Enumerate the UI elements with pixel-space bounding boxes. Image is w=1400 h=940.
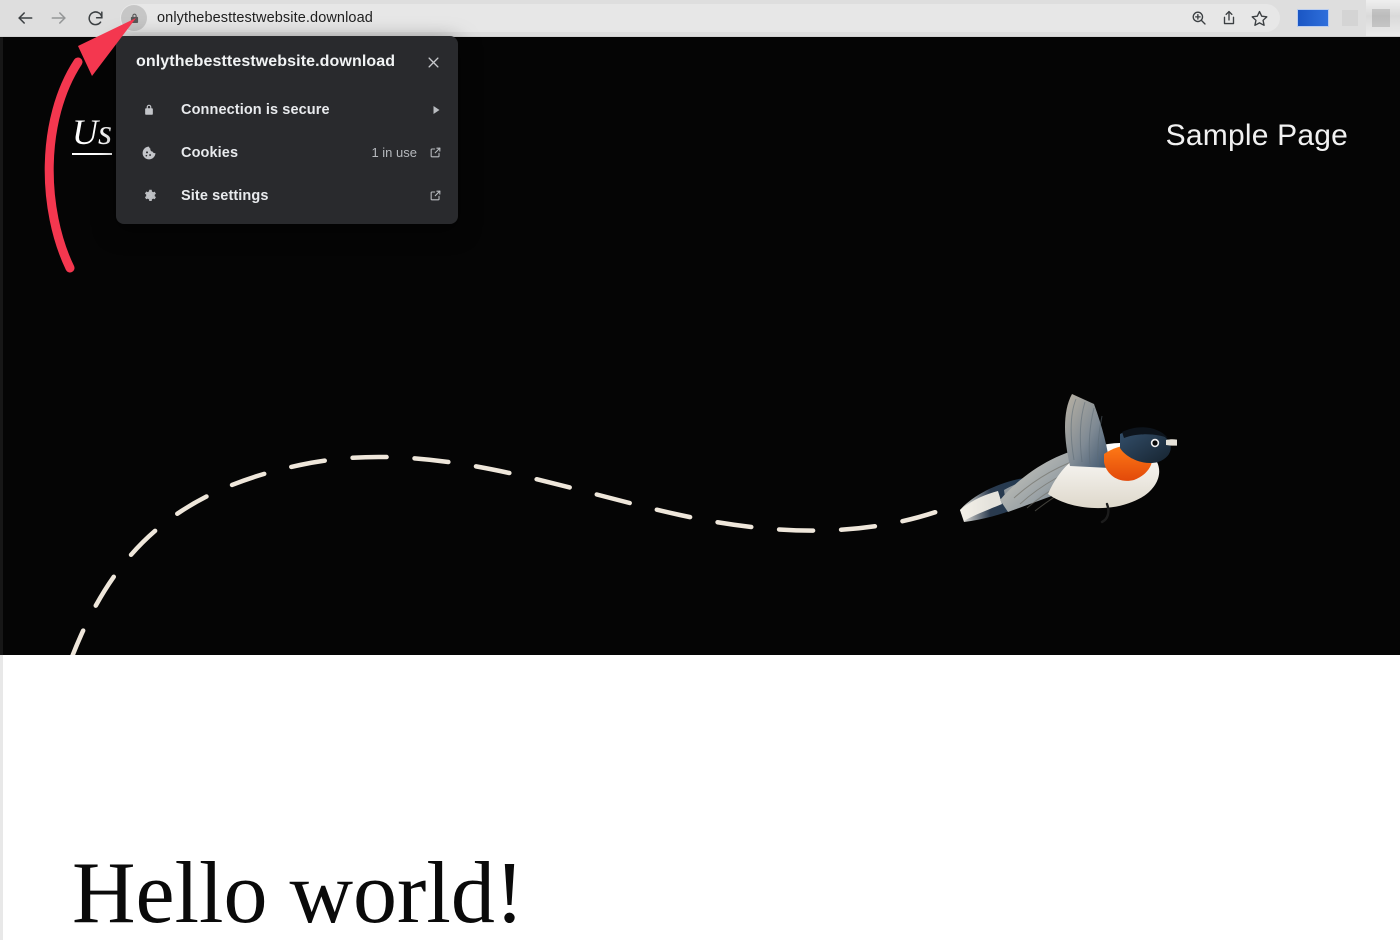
extension-blue-icon[interactable] <box>1297 9 1329 27</box>
site-info-lock-button[interactable] <box>121 5 147 31</box>
reload-button[interactable] <box>78 1 112 35</box>
arrow-right-icon <box>51 12 66 24</box>
close-icon[interactable] <box>420 49 446 75</box>
zoom-icon[interactable] <box>1184 3 1214 33</box>
popup-title: onlythebesttestwebsite.download <box>136 53 396 70</box>
cookie-icon <box>140 144 158 162</box>
bird-icon <box>960 394 1177 524</box>
screenshot-root: Us Sample Page Hello world! onlythebestt… <box>0 0 1400 940</box>
content-section: Hello world! <box>0 655 1400 940</box>
bookmark-star-icon[interactable] <box>1244 3 1274 33</box>
site-info-popup: onlythebesttestwebsite.download Connecti… <box>116 36 458 224</box>
popup-row-trailing <box>418 88 442 131</box>
share-icon[interactable] <box>1214 3 1244 33</box>
browser-toolbar: onlythebesttestwebsite.download <box>0 0 1400 36</box>
external-link-icon[interactable] <box>429 189 442 202</box>
popup-row-cookies[interactable]: Cookies 1 in use <box>116 131 458 174</box>
popup-row-trailing: 1 in use <box>371 131 442 174</box>
reload-icon <box>87 10 103 25</box>
cookies-count: 1 in use <box>371 145 417 160</box>
external-link-icon[interactable] <box>429 146 442 159</box>
arrow-left-icon <box>18 12 33 24</box>
content-left-edge <box>0 655 3 940</box>
gear-icon <box>140 187 158 205</box>
popup-row-connection[interactable]: Connection is secure <box>116 88 458 131</box>
url-text[interactable]: onlythebesttestwebsite.download <box>157 10 373 26</box>
page-heading: Hello world! <box>72 850 524 940</box>
popup-header: onlythebesttestwebsite.download <box>116 36 458 88</box>
forward-button[interactable] <box>42 1 76 35</box>
lock-icon <box>130 13 138 23</box>
popup-row-label: Connection is secure <box>181 101 330 118</box>
popup-row-label: Site settings <box>181 187 269 204</box>
lock-icon <box>140 101 158 119</box>
extension-grey-icon[interactable] <box>1342 10 1358 26</box>
popup-row-site-settings[interactable]: Site settings <box>116 174 458 217</box>
popup-row-label: Cookies <box>181 144 239 161</box>
profile-avatar[interactable] <box>1366 0 1400 36</box>
back-button[interactable] <box>8 1 42 35</box>
popup-row-trailing <box>417 174 442 217</box>
address-bar[interactable]: onlythebesttestwebsite.download <box>120 4 1280 32</box>
omnibox-actions <box>1184 3 1280 33</box>
chevron-right-icon[interactable] <box>430 104 442 116</box>
